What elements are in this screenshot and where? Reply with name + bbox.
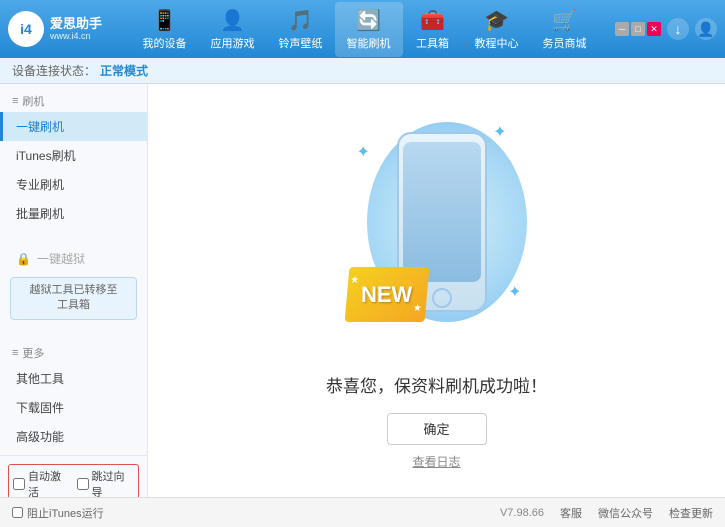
sidebar-flash-title: ≡ 刷机 [0,88,147,112]
tab-icon-tutorials: 🎓 [484,8,509,33]
app-header: i4 爱思助手 www.i4.cn 📱 我的设备 👤 应用游戏 🎵 铃声壁纸 🔄 智能刷机 🧰 工… [0,0,725,58]
tab-icon-apps-games: 👤 [220,8,245,33]
sidebar-bottom: 自动激活 跳过向导 📱 iPhone 15 Pro Max 512GB iPho… [0,455,147,497]
phone-illustration: NEW ★ ★ ✦ ✦ ✦ [337,112,537,352]
device-checkbox-row: 自动激活 跳过向导 [8,464,139,497]
logo-char: i4 [20,21,32,37]
success-message: 恭喜您，保资料刷机成功啦！ [326,372,547,397]
status-value: 正常模式 [100,62,148,79]
footer-link-wechat[interactable]: 微信公众号 [598,505,653,521]
logo-text: 爱思助手 www.i4.cn [50,16,102,42]
phone-screen [403,142,481,282]
sidebar-item-one-key-flash[interactable]: 一键刷机 [0,112,147,141]
confirm-button[interactable]: 确定 [387,413,487,445]
nav-tab-ringtones[interactable]: 🎵 铃声壁纸 [267,2,335,57]
skip-guide-input[interactable] [77,478,89,490]
nav-tab-apps-games[interactable]: 👤 应用游戏 [199,2,267,57]
nav-tab-service[interactable]: 🛒 务员商城 [531,2,599,57]
minimize-button[interactable]: ─ [615,22,629,36]
tab-icon-ringtones: 🎵 [288,8,313,33]
sidebar-item-other-tools[interactable]: 其他工具 [0,364,147,393]
sidebar-flash-section: ≡ 刷机 一键刷机 iTunes刷机 专业刷机 批量刷机 [0,84,147,232]
user-icon[interactable]: 👤 [695,18,717,40]
main-layout: ≡ 刷机 一键刷机 iTunes刷机 专业刷机 批量刷机 🔒 一键越狱 [0,84,725,497]
sidebar-item-itunes-flash[interactable]: iTunes刷机 [0,141,147,170]
sidebar-notice: 越狱工具已转移至 工具箱 [10,277,137,320]
itunes-checkbox[interactable] [12,507,23,518]
tab-icon-my-device: 📱 [152,8,177,33]
tab-label-toolbox: 工具箱 [416,35,449,51]
itunes-label: 阻止iTunes运行 [27,505,104,521]
footer: 阻止iTunes运行 V7.98.66 客服 微信公众号 检查更新 [0,497,725,527]
nav-tab-toolbox[interactable]: 🧰 工具箱 [403,2,463,57]
sidebar-item-pro-flash[interactable]: 专业刷机 [0,170,147,199]
sidebar-item-download-firmware[interactable]: 下载固件 [0,393,147,422]
tab-icon-smart-flash: 🔄 [356,8,381,33]
nav-tab-tutorials[interactable]: 🎓 教程中心 [463,2,531,57]
footer-left: 阻止iTunes运行 [12,505,104,521]
tab-label-ringtones: 铃声壁纸 [279,35,323,51]
star-left-icon: ★ [349,275,359,286]
sidebar-more-title: ≡ 更多 [0,340,147,364]
logo-area: i4 爱思助手 www.i4.cn [8,11,118,47]
app-name: 爱思助手 [50,16,102,32]
nav-tab-smart-flash[interactable]: 🔄 智能刷机 [335,2,403,57]
view-log-link[interactable]: 查看日志 [412,453,460,470]
close-button[interactable]: ✕ [647,22,661,36]
tab-label-smart-flash: 智能刷机 [347,35,391,51]
status-prefix: 设备连接状态： [12,62,96,79]
star-right-icon: ★ [412,303,422,314]
content-area: NEW ★ ★ ✦ ✦ ✦ 恭喜您，保资料刷机成功啦！ 确定 查看日志 [148,84,725,497]
app-url: www.i4.cn [50,31,102,42]
version-number: V7.98.66 [500,507,544,519]
sidebar-more-section: ≡ 更多 其他工具 下载固件 高级功能 [0,336,147,455]
tab-label-tutorials: 教程中心 [475,35,519,51]
window-controls: ─ □ ✕ [615,22,661,36]
header-right: ─ □ ✕ ↓ 👤 [611,18,717,40]
nav-tab-my-device[interactable]: 📱 我的设备 [131,2,199,57]
sidebar-jailbreak-section: 🔒 一键越狱 越狱工具已转移至 工具箱 [0,240,147,328]
tab-icon-toolbox: 🧰 [420,8,445,33]
sparkle-3-icon: ✦ [508,282,521,302]
itunes-checkbox-label[interactable]: 阻止iTunes运行 [12,505,104,521]
nav-tabs: 📱 我的设备 👤 应用游戏 🎵 铃声壁纸 🔄 智能刷机 🧰 工具箱 🎓 教程中心 🛒 务员商城 [118,2,611,57]
sidebar-item-advanced[interactable]: 高级功能 [0,422,147,451]
maximize-button[interactable]: □ [631,22,645,36]
tab-label-service: 务员商城 [543,35,587,51]
tab-icon-service: 🛒 [552,8,577,33]
sidebar-item-jailbreak: 🔒 一键越狱 [0,244,147,273]
new-badge-text: NEW [361,281,412,307]
download-icon[interactable]: ↓ [667,18,689,40]
footer-link-update[interactable]: 检查更新 [669,505,713,521]
footer-right: V7.98.66 客服 微信公众号 检查更新 [500,505,713,521]
skip-guide-checkbox[interactable]: 跳过向导 [77,468,135,497]
sparkle-2-icon: ✦ [493,122,506,142]
tab-label-my-device: 我的设备 [143,35,187,51]
phone-home-button [432,288,452,308]
new-banner: NEW ★ ★ [344,267,429,322]
sidebar-item-batch-flash[interactable]: 批量刷机 [0,199,147,228]
footer-link-support[interactable]: 客服 [560,505,582,521]
auto-activate-input[interactable] [13,478,25,490]
sidebar: ≡ 刷机 一键刷机 iTunes刷机 专业刷机 批量刷机 🔒 一键越狱 [0,84,148,497]
tab-label-apps-games: 应用游戏 [211,35,255,51]
auto-activate-checkbox[interactable]: 自动激活 [13,468,71,497]
logo-icon: i4 [8,11,44,47]
status-bar: 设备连接状态： 正常模式 [0,58,725,84]
sparkle-1-icon: ✦ [357,142,370,162]
